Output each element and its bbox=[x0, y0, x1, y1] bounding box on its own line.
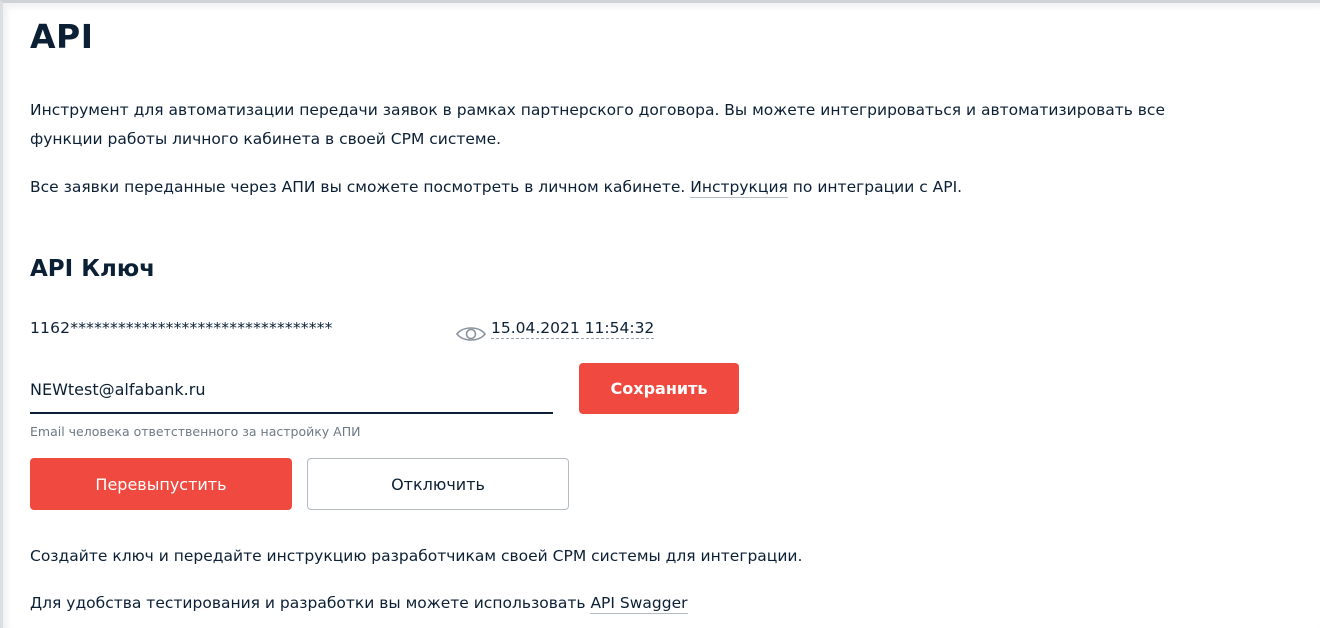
api-key-value: 1162********************************* bbox=[30, 319, 333, 337]
swagger-link[interactable]: API Swagger bbox=[590, 594, 688, 614]
email-field[interactable] bbox=[30, 367, 553, 414]
reissue-button[interactable]: Перевыпустить bbox=[30, 458, 292, 510]
swagger-text-before: Для удобства тестирования и разработки в… bbox=[30, 594, 591, 612]
api-key-heading: API Ключ bbox=[30, 256, 156, 282]
requests-text-after: по интеграции с API. bbox=[787, 178, 963, 196]
instruction-link[interactable]: Инструкция bbox=[690, 178, 788, 198]
requests-info-text: Все заявки переданные через АПИ вы сможе… bbox=[30, 173, 962, 202]
intro-text-line-2: функции работы личного кабинета в своей … bbox=[30, 130, 502, 148]
page-title: API bbox=[30, 17, 94, 56]
api-key-row: 1162********************************* 15… bbox=[30, 319, 750, 345]
eye-icon[interactable] bbox=[455, 323, 487, 345]
api-key-created-date[interactable]: 15.04.2021 11:54:32 bbox=[491, 319, 655, 339]
email-helper-text: Email человека ответственного за настрой… bbox=[30, 424, 361, 439]
intro-text-line-1: Инструмент для автоматизации передачи за… bbox=[30, 101, 1165, 119]
requests-text-before: Все заявки переданные через АПИ вы сможе… bbox=[30, 178, 691, 196]
disable-button[interactable]: Отключить bbox=[307, 458, 569, 510]
create-key-text: Создайте ключ и передайте инструкцию раз… bbox=[30, 547, 803, 565]
api-settings-panel: API Инструмент для автоматизации передач… bbox=[0, 0, 1320, 628]
swagger-text: Для удобства тестирования и разработки в… bbox=[30, 589, 688, 618]
save-button[interactable]: Сохранить bbox=[579, 363, 739, 414]
